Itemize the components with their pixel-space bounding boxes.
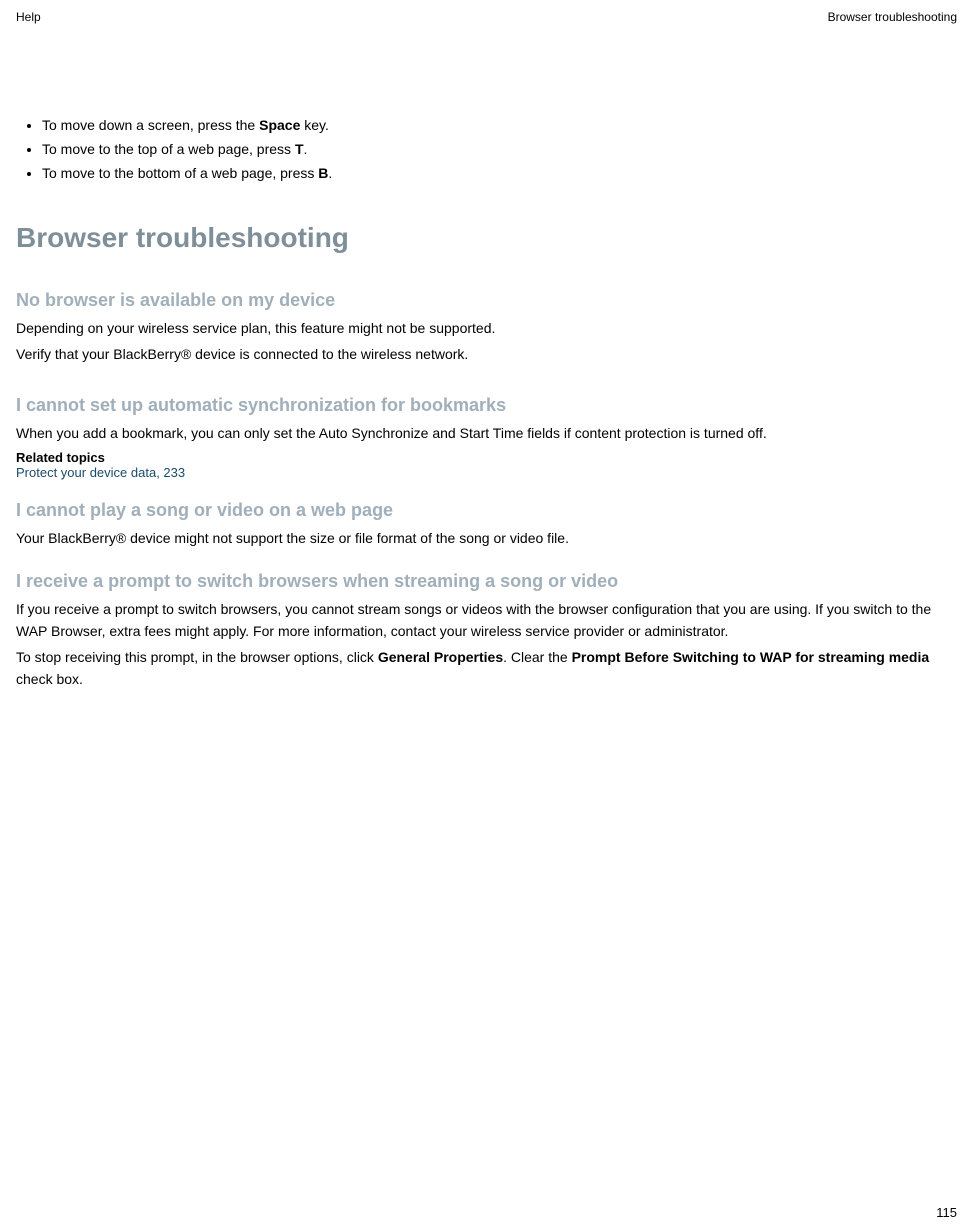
list-item: To move down a screen, press the Space k… (42, 114, 957, 136)
body-text: If you receive a prompt to switch browse… (16, 598, 957, 642)
section-heading-cannot-sync: I cannot set up automatic synchronizatio… (16, 395, 957, 416)
section-heading-no-browser: No browser is available on my device (16, 290, 957, 311)
tips-list: To move down a screen, press the Space k… (42, 114, 957, 184)
header-right: Browser troubleshooting (828, 10, 957, 24)
body-text: Depending on your wireless service plan,… (16, 317, 957, 339)
related-topics-link[interactable]: Protect your device data, 233 (16, 465, 957, 480)
body-text: Verify that your BlackBerry® device is c… (16, 343, 957, 365)
text: To move to the top of a web page, press (42, 141, 295, 157)
text: . (328, 165, 332, 181)
bold-text: General Properties (378, 649, 503, 665)
key-text: T (295, 141, 304, 157)
page-number: 115 (936, 1205, 957, 1220)
page-header: Help Browser troubleshooting (16, 10, 957, 24)
list-item: To move to the top of a web page, press … (42, 138, 957, 160)
text: check box. (16, 671, 83, 687)
header-left: Help (16, 10, 41, 24)
body-text: When you add a bookmark, you can only se… (16, 422, 957, 444)
text: To move to the bottom of a web page, pre… (42, 165, 318, 181)
text: . (304, 141, 308, 157)
text: To move down a screen, press the (42, 117, 259, 133)
related-topics-heading: Related topics (16, 450, 957, 465)
key-text: Space (259, 117, 300, 133)
text: . Clear the (503, 649, 571, 665)
section-heading-cannot-play: I cannot play a song or video on a web p… (16, 500, 957, 521)
bold-text: Prompt Before Switching to WAP for strea… (572, 649, 930, 665)
section-heading-switch-prompt: I receive a prompt to switch browsers wh… (16, 571, 957, 592)
body-text: Your BlackBerry® device might not suppor… (16, 527, 957, 549)
text: key. (300, 117, 329, 133)
text: To stop receiving this prompt, in the br… (16, 649, 378, 665)
key-text: B (318, 165, 328, 181)
page-title: Browser troubleshooting (16, 222, 957, 254)
list-item: To move to the bottom of a web page, pre… (42, 162, 957, 184)
body-text: To stop receiving this prompt, in the br… (16, 646, 957, 690)
